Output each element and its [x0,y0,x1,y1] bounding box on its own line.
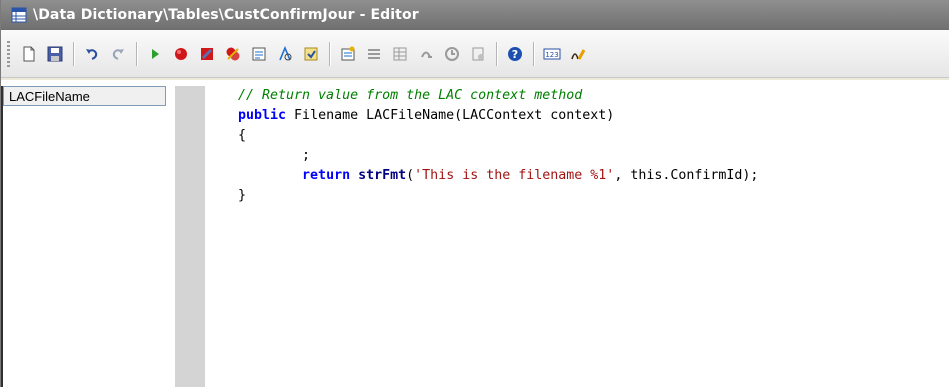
toolbar-separator [496,41,497,66]
run-button[interactable] [144,43,166,65]
breakpoint-button[interactable] [170,43,192,65]
list-members-icon [368,48,380,59]
clear-breakpoints-icon [226,47,240,60]
method-list[interactable]: LACFileName [1,86,173,387]
code-method-signature: Filename LACFileName(LACContext context) [286,108,615,123]
script-icon [304,47,318,60]
toggle-breakpoint-button[interactable] [196,43,218,65]
editor-content: LACFileName // Return value from the LAC… [1,80,949,387]
code-open-brace: { [238,128,247,143]
editor-gutter[interactable] [175,86,205,387]
properties-button[interactable] [337,43,359,65]
window-title: \Data Dictionary\Tables\CustConfirmJour … [33,7,419,23]
lookup-button[interactable] [274,43,296,65]
list-members-button[interactable] [363,43,385,65]
toolbar-separator [136,41,137,66]
code-close-brace: } [238,188,247,203]
new-button[interactable] [18,43,40,65]
help-button[interactable]: ? [504,43,526,65]
undo-icon [86,48,98,60]
table-icon [11,7,27,23]
run-icon [152,48,159,59]
label-button[interactable]: 123 [541,43,563,65]
save-icon [47,46,63,61]
label-icon-text: 123 [545,51,558,59]
go-to-definition-button[interactable] [441,43,463,65]
new-icon [23,46,35,61]
enum-button[interactable] [467,43,489,65]
toggle-breakpoint-icon [201,47,213,60]
editor-window: \Data Dictionary\Tables\CustConfirmJour … [0,0,949,387]
compile-button[interactable] [248,43,270,65]
code-args-rest: , this.ConfirmId); [614,168,759,183]
code-keyword-return: return [302,168,351,183]
properties-icon [341,46,355,60]
breakpoint-icon [175,47,187,60]
clear-breakpoints-button[interactable] [222,43,244,65]
script-button[interactable] [300,43,322,65]
title-bar: \Data Dictionary\Tables\CustConfirmJour … [1,0,949,30]
redo-button[interactable] [107,43,129,65]
list-types-button[interactable] [415,43,437,65]
code-editor[interactable]: // Return value from the LAC context met… [205,86,949,387]
list-tables-button[interactable] [389,43,411,65]
method-item-lacfilename[interactable]: LACFileName [3,86,166,106]
toolbar-grip[interactable] [7,40,10,67]
compile-icon [252,47,266,60]
code-comment: // Return value from the LAC context met… [238,88,583,103]
code-text[interactable]: // Return value from the LAC context met… [205,86,949,206]
redo-icon [112,48,124,60]
code-open-paren: ( [406,168,415,183]
undo-button[interactable] [81,43,103,65]
edit-label-icon [571,48,586,60]
code-string-literal: 'This is the filename %1' [414,168,615,183]
label-icon: 123 [543,48,561,59]
help-icon: ? [508,46,522,61]
list-tables-icon [393,47,407,60]
save-button[interactable] [44,43,66,65]
edit-label-button[interactable] [567,43,589,65]
enum-icon [472,47,484,60]
toolbar-separator [329,41,330,66]
code-function-strfmt: strFmt [358,168,407,183]
svg-text:?: ? [512,48,518,61]
toolbar-separator [73,41,74,66]
go-to-definition-icon [445,46,459,61]
toolbar: ? 123 [1,30,949,78]
code-keyword-public: public [238,108,287,123]
list-types-icon [421,51,432,58]
toolbar-separator [533,41,534,66]
code-semicolon-line: ; [238,148,311,163]
lookup-icon [279,45,292,60]
